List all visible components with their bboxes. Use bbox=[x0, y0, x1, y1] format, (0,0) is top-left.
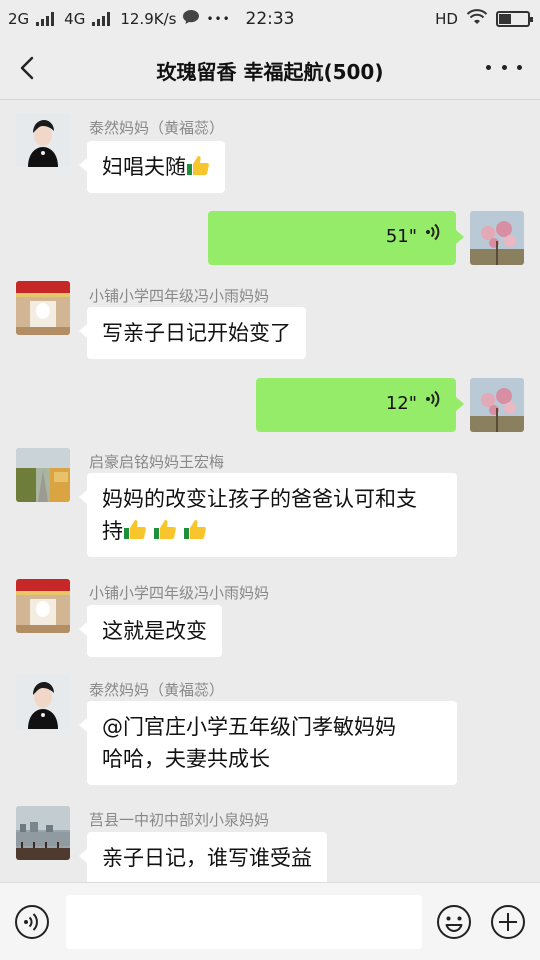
voice-wave-icon bbox=[425, 388, 441, 420]
chat-header: 玫瑰留香 幸福起航(500) bbox=[0, 38, 540, 100]
battery-icon bbox=[496, 11, 533, 27]
more-functions-button[interactable] bbox=[490, 904, 526, 940]
avatar[interactable] bbox=[470, 211, 524, 265]
message-input[interactable] bbox=[66, 895, 422, 949]
thumbs-up-icon bbox=[123, 517, 147, 541]
avatar[interactable] bbox=[16, 448, 70, 502]
message-bubble[interactable]: 写亲子日记开始变了 bbox=[79, 307, 306, 359]
avatar[interactable] bbox=[470, 378, 524, 432]
message-text: 持 bbox=[102, 519, 123, 543]
message-bubble[interactable]: 这就是改变 bbox=[79, 605, 222, 657]
status-bar: 2G 4G 12.9K/s ••• 22:33 HD bbox=[0, 0, 540, 38]
message-text: 这就是改变 bbox=[102, 619, 207, 643]
thumbs-up-icon bbox=[183, 517, 207, 541]
chat-title: 玫瑰留香 幸福起航(500) bbox=[156, 60, 384, 84]
message-text-line: 持 bbox=[102, 515, 442, 547]
avatar[interactable] bbox=[16, 806, 70, 860]
sender-name: 泰然妈妈（黄福蕊） bbox=[89, 681, 225, 699]
message-bubble[interactable]: @门官庄小学五年级门孝敏妈妈 哈哈，夫妻共成长 bbox=[79, 701, 457, 785]
status-right: HD bbox=[435, 8, 533, 30]
message-list[interactable]: 泰然妈妈（黄福蕊） 妇唱夫随 51" 小铺小学四年级冯小雨妈妈 写亲子日记开始变… bbox=[0, 101, 540, 882]
hd-label: HD bbox=[435, 10, 458, 28]
emoji-icon bbox=[437, 905, 471, 939]
message-bubble[interactable]: 亲子日记，谁写谁受益 bbox=[79, 832, 327, 882]
sender-name: 泰然妈妈（黄福蕊） bbox=[89, 119, 225, 137]
voice-input-button[interactable] bbox=[14, 904, 50, 940]
emoji-button[interactable] bbox=[436, 904, 472, 940]
sender-name: 启豪启铭妈妈王宏梅 bbox=[89, 453, 225, 471]
voice-message-bubble[interactable]: 12" bbox=[256, 378, 464, 432]
voice-duration: 12" bbox=[385, 393, 417, 414]
message-text: 妇唱夫随 bbox=[102, 155, 186, 179]
avatar[interactable] bbox=[16, 675, 70, 729]
message-text: 写亲子日记开始变了 bbox=[102, 321, 291, 345]
message-text-line: 妈妈的改变让孩子的爸爸认可和支 bbox=[102, 487, 417, 511]
voice-mode-icon bbox=[15, 905, 49, 939]
plus-icon bbox=[491, 905, 525, 939]
message-text-line: 哈哈，夫妻共成长 bbox=[102, 747, 270, 771]
avatar[interactable] bbox=[16, 113, 70, 167]
thumbs-up-icon bbox=[153, 517, 177, 541]
voice-message-bubble[interactable]: 51" bbox=[208, 211, 464, 265]
sender-name: 莒县一中初中部刘小泉妈妈 bbox=[89, 811, 270, 829]
input-bar bbox=[0, 882, 540, 960]
message-bubble[interactable]: 妈妈的改变让孩子的爸爸认可和支 持 bbox=[79, 473, 457, 557]
avatar[interactable] bbox=[16, 281, 70, 335]
avatar[interactable] bbox=[16, 579, 70, 633]
voice-duration: 51" bbox=[385, 226, 417, 247]
sender-name: 小铺小学四年级冯小雨妈妈 bbox=[89, 584, 270, 602]
message-bubble[interactable]: 妇唱夫随 bbox=[79, 141, 225, 193]
message-text: 亲子日记，谁写谁受益 bbox=[102, 846, 312, 870]
more-options-button[interactable] bbox=[486, 52, 522, 82]
voice-wave-icon bbox=[425, 221, 441, 253]
message-text-line: @门官庄小学五年级门孝敏妈妈 bbox=[102, 715, 396, 739]
sender-name: 小铺小学四年级冯小雨妈妈 bbox=[89, 287, 270, 305]
wifi-icon bbox=[466, 8, 488, 30]
thumbs-up-icon bbox=[186, 153, 210, 177]
